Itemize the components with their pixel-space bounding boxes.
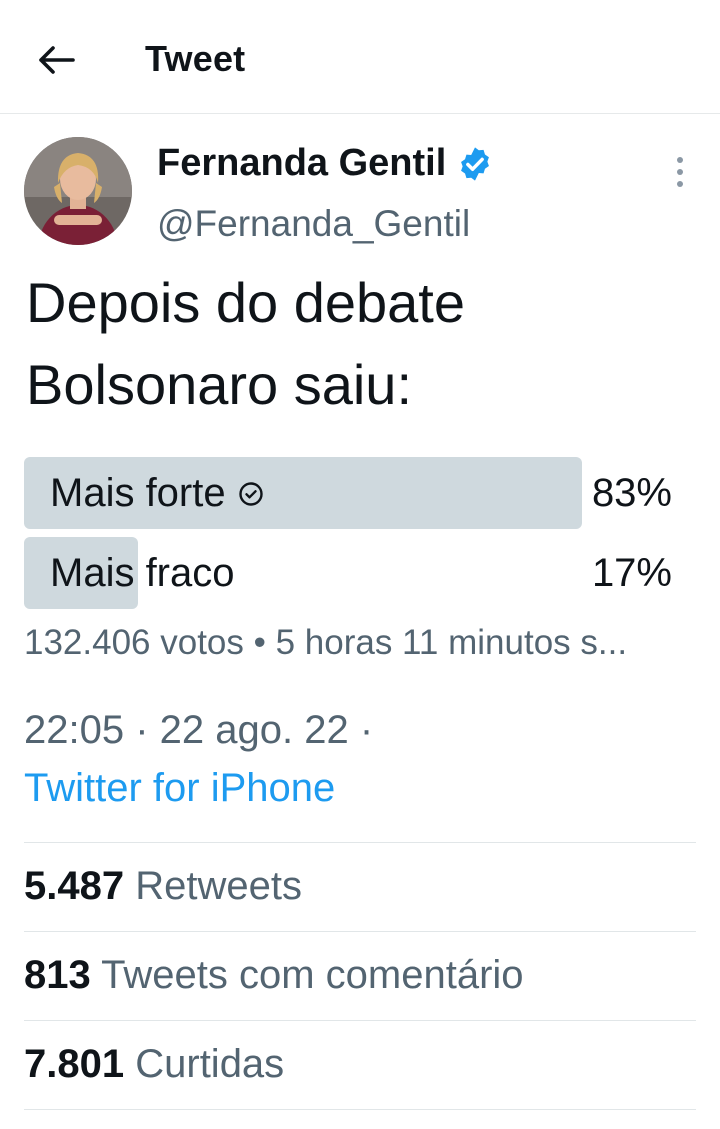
tweet-timestamp[interactable]: 22:05 · 22 ago. 22 · (24, 708, 373, 753)
poll-option-label: Mais fraco (50, 551, 235, 596)
poll-option-percent: 83% (591, 471, 672, 515)
avatar[interactable] (24, 137, 132, 245)
quote-tweets-stat[interactable]: 813 Tweets com comentário (24, 953, 524, 998)
more-dot-icon (677, 181, 683, 187)
poll-meta: 132.406 votos • 5 horas 11 minutos s... (24, 623, 628, 662)
poll-option-text: Mais fraco (50, 551, 235, 595)
retweets-count: 5.487 (24, 864, 125, 908)
poll-option-1[interactable]: Mais forte 83% (24, 457, 672, 529)
tweet-text: Depois do debate Bolsonaro saiu: (26, 262, 696, 426)
likes-label: Curtidas (135, 1042, 285, 1086)
retweets-stat[interactable]: 5.487 Retweets (24, 864, 302, 909)
divider (24, 842, 696, 843)
more-dot-icon (677, 169, 683, 175)
author-name[interactable]: Fernanda Gentil (157, 142, 494, 185)
divider (24, 931, 696, 932)
divider (24, 1020, 696, 1021)
poll-option-2[interactable]: Mais fraco 17% (24, 537, 672, 609)
likes-count: 7.801 (24, 1042, 125, 1086)
tweet-source-link[interactable]: Twitter for iPhone (24, 766, 335, 811)
tweet-text-line: Depois do debate (26, 271, 466, 334)
quote-tweets-label: Tweets com comentário (101, 953, 524, 997)
author-handle[interactable]: @Fernanda_Gentil (157, 203, 470, 245)
page-title: Tweet (145, 38, 246, 79)
back-button[interactable] (34, 38, 78, 82)
poll-option-text: Mais forte (50, 471, 226, 515)
quote-tweets-count: 813 (24, 953, 91, 997)
more-dot-icon (677, 157, 683, 163)
author-name-text: Fernanda Gentil (157, 142, 447, 184)
poll-option-label: Mais forte (50, 471, 264, 516)
likes-stat[interactable]: 7.801 Curtidas (24, 1042, 284, 1087)
tweet-text-line: Bolsonaro saiu: (26, 353, 413, 416)
retweets-label: Retweets (135, 864, 302, 908)
divider (24, 1109, 696, 1110)
back-arrow-icon (39, 46, 75, 74)
poll-option-percent: 17% (591, 551, 672, 595)
top-app-bar: Tweet (0, 0, 720, 114)
verified-badge-icon (461, 146, 490, 181)
winner-check-icon (238, 481, 263, 506)
more-options-button[interactable] (664, 152, 696, 192)
